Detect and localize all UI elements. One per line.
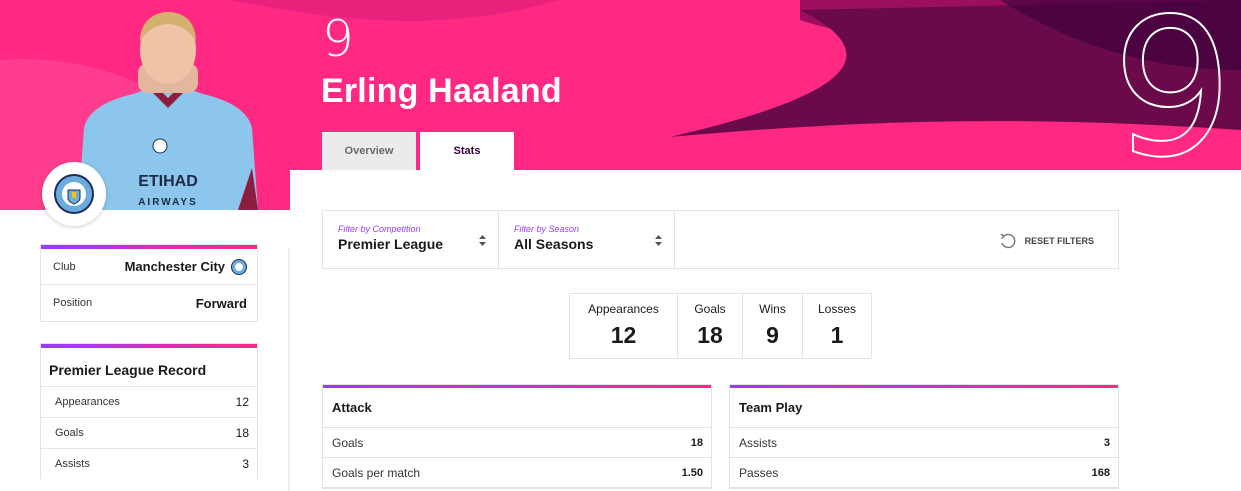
reset-filters-label: RESET FILTERS — [1024, 236, 1094, 246]
attack-stats-box: Attack Goals 18 Goals per match 1.50 — [322, 384, 712, 489]
manchester-city-badge-icon — [231, 258, 247, 275]
position-label: Position — [53, 297, 93, 309]
position-row: Position Forward — [41, 285, 257, 321]
summary-value: 9 — [766, 322, 779, 348]
summary-losses: Losses 1 — [803, 294, 871, 358]
record-row: Goals 18 — [41, 417, 257, 448]
shirt-number: 9 — [322, 10, 354, 68]
team-play-stats-box: Team Play Assists 3 Passes 168 — [729, 384, 1119, 489]
stat-row: Goals per match 1.50 — [323, 458, 711, 488]
summary-value: 12 — [610, 322, 637, 348]
summary-value: 1 — [830, 322, 844, 348]
summary-wins: Wins 9 — [743, 294, 803, 358]
competition-filter[interactable]: Filter by Competition Premier League — [323, 211, 499, 268]
stat-label: Goals per match — [332, 465, 421, 480]
profile-tabs: Overview Stats — [322, 132, 514, 170]
record-row: Assists 3 — [41, 448, 257, 479]
record-value: 12 — [235, 395, 249, 409]
stat-value: 168 — [1091, 466, 1110, 479]
position-value: Forward — [195, 295, 247, 311]
summary-label: Appearances — [588, 302, 659, 316]
summary-value: 18 — [697, 322, 723, 348]
player-name: Erling Haaland — [321, 72, 562, 110]
club-row: Club Manchester City — [41, 249, 257, 285]
filter-bar: Filter by Competition Premier League Fil… — [322, 210, 1119, 269]
record-label: Assists — [55, 458, 90, 470]
sort-icon — [479, 235, 486, 246]
record-label: Goals — [55, 427, 84, 439]
club-label: Club — [53, 260, 76, 273]
manchester-city-badge-icon — [54, 174, 94, 214]
club-link[interactable]: Manchester City — [124, 258, 247, 275]
player-photo: ETIHAD AIRWAYS — [78, 12, 258, 210]
season-filter-label: Filter by Season — [514, 224, 580, 234]
club-badge — [42, 162, 106, 226]
summary-label: Losses — [817, 302, 857, 316]
player-sidebar: Club Manchester City Position Forward Pr… — [40, 210, 290, 491]
reset-icon — [1000, 233, 1016, 249]
sidebar-divider — [288, 248, 290, 491]
record-row: Appearances 12 — [41, 386, 257, 417]
tab-overview[interactable]: Overview — [322, 132, 416, 170]
record-value: 3 — [242, 457, 249, 471]
attack-title: Attack — [323, 388, 711, 428]
tab-stats[interactable]: Stats — [420, 132, 514, 170]
record-value: 18 — [235, 426, 249, 440]
record-title: Premier League Record — [49, 362, 207, 378]
team-play-title: Team Play — [730, 388, 1118, 428]
player-info-box: Club Manchester City Position Forward — [40, 244, 258, 322]
stat-row: Assists 3 — [730, 428, 1118, 458]
summary-stats: Appearances 12 Goals 18 Wins 9 Losses 1 — [569, 293, 872, 359]
summary-label: Goals — [694, 302, 726, 316]
competition-filter-value: Premier League — [338, 236, 444, 252]
stat-value: 3 — [1103, 436, 1110, 449]
summary-appearances: Appearances 12 — [570, 294, 678, 358]
stat-row: Passes 168 — [730, 458, 1118, 488]
season-filter[interactable]: Filter by Season All Seasons — [499, 211, 675, 268]
reset-filters-button[interactable]: RESET FILTERS — [999, 233, 1094, 249]
stat-row: Goals 18 — [323, 428, 711, 458]
big-shirt-number: 9 — [1111, 0, 1234, 199]
stat-label: Goals — [332, 435, 364, 450]
svg-text:ETIHAD: ETIHAD — [138, 173, 198, 190]
record-box: Premier League Record Appearances 12 Goa… — [40, 343, 258, 479]
stat-label: Passes — [739, 465, 779, 480]
club-value: Manchester City — [124, 259, 225, 274]
summary-label: Wins — [759, 302, 786, 316]
season-filter-value: All Seasons — [514, 236, 594, 252]
record-label: Appearances — [55, 396, 120, 408]
svg-text:AIRWAYS: AIRWAYS — [138, 197, 198, 208]
competition-filter-label: Filter by Competition — [338, 224, 421, 234]
stat-value: 1.50 — [681, 466, 703, 479]
summary-goals: Goals 18 — [678, 294, 743, 358]
stat-label: Assists — [739, 435, 778, 450]
stat-value: 18 — [690, 436, 703, 449]
sort-icon — [655, 235, 662, 246]
